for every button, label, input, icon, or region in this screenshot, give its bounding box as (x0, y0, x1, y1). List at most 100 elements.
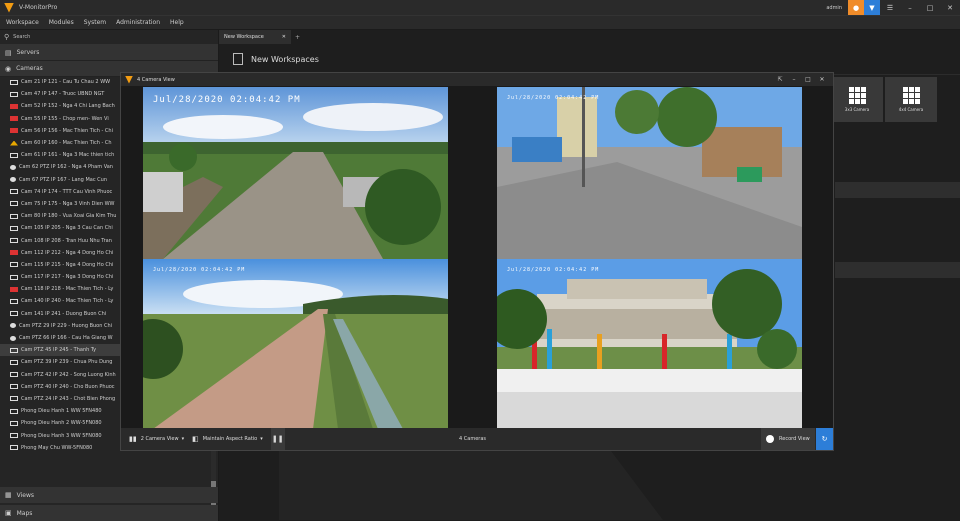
views-label: Views (16, 491, 34, 499)
camera-feed-3[interactable]: Jul/28/2020 02:04:42 PM (143, 259, 448, 429)
camera-feed-4[interactable]: Jul/28/2020 02:04:42 PM (497, 259, 802, 429)
menu-help[interactable]: Help (170, 19, 184, 26)
menu-administration[interactable]: Administration (116, 19, 160, 26)
viewer-title-bar[interactable]: 4 Camera View ⇱ – □ ✕ (121, 73, 833, 86)
camera-status-icon (10, 250, 18, 256)
camera-status-icon (10, 164, 16, 170)
user-icon[interactable]: ● (848, 0, 864, 15)
tab-new-workspace[interactable]: New Workspace ✕ (219, 30, 291, 44)
panel-bar (835, 262, 960, 278)
camera-label: Phong Dieu Hanh 1 WW 5FN480 (21, 408, 102, 415)
filter-icon[interactable]: ▼ (864, 0, 880, 15)
camera-status-icon (10, 213, 18, 219)
aspect-ratio-label: Maintain Aspect Ratio (202, 436, 258, 442)
search-placeholder: Search (13, 34, 31, 40)
feed-image (497, 259, 802, 429)
camera-label: Cam PTZ 66 IP 166 - Cau Ha Giang W (19, 335, 113, 342)
camera-feed-1[interactable]: Jul/28/2020 02:04:42 PM (143, 87, 448, 259)
layout-dropdown[interactable]: ▮▮ 2 Camera View ▾ (129, 435, 184, 443)
feed-timestamp: Jul/28/2020 02:04:42 PM (153, 267, 246, 273)
aspect-ratio-dropdown[interactable]: ◧ Maintain Aspect Ratio ▾ (192, 435, 263, 443)
tile-label: 4x4 Camera (898, 107, 924, 112)
app-title: V-MonitorPro (19, 4, 58, 11)
camera-label: Phong May Chu WW-5FN080 (21, 444, 93, 451)
camera-status-icon (10, 298, 18, 304)
menu-icon[interactable]: ☰ (880, 0, 900, 15)
pause-button[interactable]: ❚❚ (270, 428, 285, 450)
camera-status-icon (10, 323, 16, 329)
maps-label: Maps (16, 509, 33, 517)
record-label: Record View (779, 436, 810, 442)
camera-status-icon (10, 103, 18, 109)
camera-label: Cam PTZ 29 IP 229 - Huong Buon Chi (19, 322, 113, 329)
viewer-logo-icon (125, 75, 133, 84)
camera-status-icon (10, 384, 18, 390)
camera-label: Cam PTZ 45 IP 245 - Thanh Ty (21, 347, 97, 354)
search-icon: ⚲ (4, 33, 10, 41)
camera-status-icon (10, 359, 18, 365)
menu-system[interactable]: System (84, 19, 106, 26)
close-icon[interactable]: ✕ (815, 76, 829, 83)
record-icon (766, 435, 774, 443)
views-section[interactable]: ▦ Views (0, 487, 218, 503)
camera-label: Cam 55 IP 155 - Chop men- Wen Vi (21, 115, 109, 122)
cameras-label: Cameras (16, 65, 43, 72)
camera-label: Cam 118 IP 218 - Mac Thien Tich - Ly (21, 286, 114, 293)
popout-icon[interactable]: ⇱ (773, 76, 787, 83)
map-icon: ▣ (5, 509, 12, 517)
camera-label: Cam 56 IP 156 - Mac Thien Tich - Chi (21, 127, 113, 134)
chevron-down-icon: ▾ (181, 436, 185, 442)
feed-image (143, 259, 448, 429)
maps-section[interactable]: ▣ Maps (0, 505, 218, 521)
maximize-icon[interactable]: □ (801, 76, 815, 83)
feed-timestamp: Jul/28/2020 02:04:42 PM (153, 95, 301, 105)
sync-button[interactable]: ↻ (816, 428, 833, 450)
camera-status-icon (10, 201, 18, 207)
camera-label: Cam 112 IP 212 - Nga 4 Dong Ho Chi (21, 249, 114, 256)
camera-label: Phong Dieu Hanh 3 WW 5FN080 (21, 432, 102, 439)
camera-status-icon (10, 347, 18, 353)
camera-status-icon (10, 152, 18, 158)
maximize-icon[interactable]: □ (920, 0, 940, 15)
workspace-header: New Workspaces (219, 44, 960, 75)
user-name[interactable]: admin (826, 5, 842, 11)
menu-workspace[interactable]: Workspace (6, 19, 39, 26)
tab-label: New Workspace (224, 34, 264, 40)
camera-count: 4 Cameras (459, 436, 486, 442)
minimize-icon[interactable]: – (900, 0, 920, 15)
tab-close-icon[interactable]: ✕ (282, 34, 286, 40)
camera-status-icon (10, 335, 16, 341)
add-tab-icon[interactable]: + (295, 34, 300, 41)
aspect-ratio-icon: ◧ (192, 435, 199, 443)
camera-status-icon (10, 116, 18, 122)
camera-status-icon (10, 274, 18, 280)
record-view-button[interactable]: Record View (761, 428, 815, 450)
camera-label: Cam 141 IP 241 - Duong Buon Chi (21, 310, 107, 317)
search-input[interactable]: ⚲ Search (0, 30, 218, 45)
camera-status-icon (10, 177, 16, 183)
camera-label: Cam PTZ 42 IP 242 - Song Luong Kinh (21, 371, 116, 378)
camera-status-icon (10, 238, 18, 244)
close-icon[interactable]: ✕ (940, 0, 960, 15)
camera-label: Cam 62 PTZ IP 162 - Nga 4 Pham Van (19, 164, 113, 171)
feed-image (497, 87, 802, 259)
title-bar: V-MonitorPro admin ● ▼ ☰ – □ ✕ (0, 0, 960, 15)
menu-modules[interactable]: Modules (49, 19, 74, 26)
sync-icon: ↻ (821, 435, 828, 443)
layout-3x3-tile[interactable]: 3x3 Camera (831, 77, 883, 122)
grid-icon: ▦ (5, 491, 12, 499)
camera-label: Cam 108 IP 208 - Tran Huu Nhu Tran (21, 237, 112, 244)
camera-status-icon (10, 408, 18, 414)
camera-feed-2[interactable]: Jul/28/2020 02:04:42 PM (497, 87, 802, 259)
camera-status-icon (10, 396, 18, 402)
layout-4x4-tile[interactable]: 4x4 Camera (885, 77, 937, 122)
camera-status-icon (10, 445, 18, 451)
camera-status-icon (10, 420, 18, 426)
minimize-icon[interactable]: – (787, 76, 801, 83)
pause-icon: ❚❚ (271, 435, 284, 443)
viewer-title: 4 Camera View (137, 76, 175, 83)
servers-section[interactable]: ▤ Servers (0, 45, 218, 61)
app-logo-icon (4, 2, 14, 13)
menu-bar: Workspace Modules System Administration … (0, 15, 960, 29)
chevron-down-icon: ▾ (260, 436, 263, 442)
